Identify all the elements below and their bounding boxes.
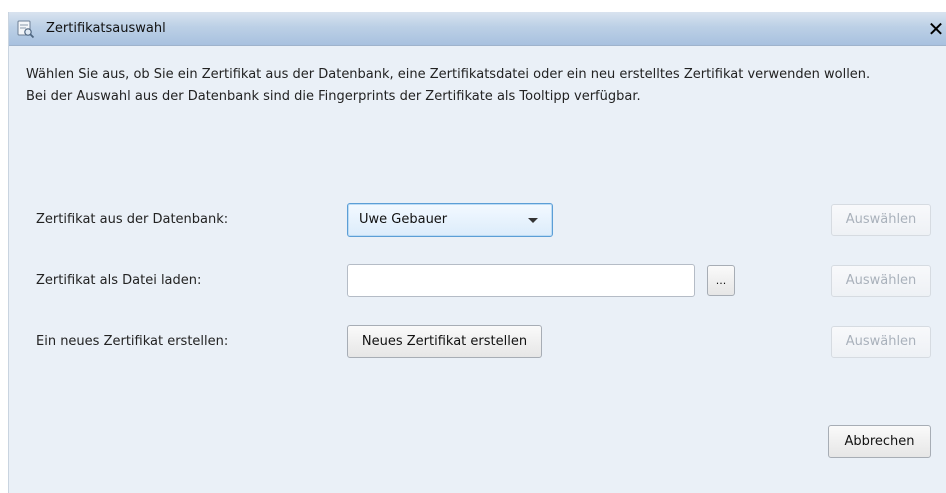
window-title: Zertifikatsauswahl — [46, 21, 166, 36]
create-new-certificate-button[interactable]: Neues Zertifikat erstellen — [347, 325, 542, 358]
file-certificate-label: Zertifikat als Datei laden: — [36, 273, 202, 288]
title-bar[interactable]: Zertifikatsauswahl ✕ — [9, 12, 946, 46]
browse-file-button[interactable]: ... — [707, 265, 735, 296]
certificate-file-path-input[interactable] — [347, 264, 695, 297]
certificate-selection-dialog: Zertifikatsauswahl ✕ Wählen Sie aus, ob … — [8, 12, 946, 493]
cancel-button[interactable]: Abbrechen — [828, 425, 931, 458]
new-certificate-label: Ein neues Zertifikat erstellen: — [36, 334, 229, 349]
select-new-certificate-button[interactable]: Auswählen — [831, 326, 931, 358]
chevron-down-icon — [528, 218, 538, 223]
certificate-search-icon — [16, 19, 36, 39]
select-database-certificate-button[interactable]: Auswählen — [831, 204, 931, 236]
select-file-certificate-button[interactable]: Auswählen — [831, 265, 931, 297]
description-line-1: Wählen Sie aus, ob Sie ein Zertifikat au… — [26, 67, 871, 82]
description-text: Wählen Sie aus, ob Sie ein Zertifikat au… — [26, 64, 946, 108]
database-certificate-label: Zertifikat aus der Datenbank: — [36, 212, 229, 227]
close-icon: ✕ — [927, 17, 945, 41]
database-certificate-select[interactable]: Uwe Gebauer — [347, 203, 553, 237]
close-button[interactable]: ✕ — [925, 18, 946, 40]
selected-certificate-value: Uwe Gebauer — [359, 212, 448, 227]
description-line-2: Bei der Auswahl aus der Datenbank sind d… — [26, 89, 641, 104]
